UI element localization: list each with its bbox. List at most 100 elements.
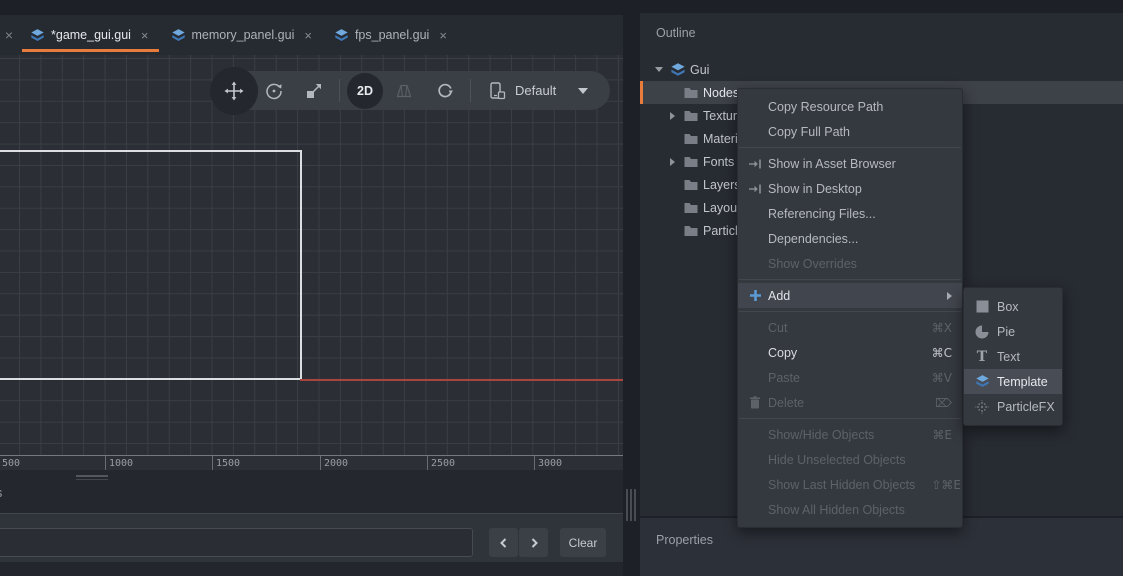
folder-icon <box>683 177 699 193</box>
refresh-icon <box>436 82 454 100</box>
submenu-item-box[interactable]: Box <box>964 294 1062 319</box>
move-tool-icon <box>224 81 244 101</box>
submenu-item-label: Template <box>997 375 1048 389</box>
tree-item-label: Nodes <box>703 86 739 100</box>
rotate-tool-button[interactable] <box>256 71 292 110</box>
next-match-button[interactable] <box>519 528 548 557</box>
2d-mode-button[interactable]: 2D <box>347 71 383 110</box>
layout-device-button[interactable] <box>479 71 515 110</box>
close-icon[interactable]: × <box>304 28 312 43</box>
tree-item-gui[interactable]: Gui <box>640 58 1123 81</box>
clear-button[interactable]: Clear <box>560 528 606 557</box>
console-search-input[interactable] <box>0 528 473 557</box>
menu-item-dependencies[interactable]: Dependencies... <box>738 226 962 251</box>
folder-icon <box>683 154 699 170</box>
tab-bar: × *game_gui.gui × memory_panel.gui × <box>0 15 623 55</box>
folder-icon <box>683 85 699 101</box>
layout-dropdown-value: Default <box>515 83 556 98</box>
menu-item-show-overrides: Show Overrides <box>738 251 962 276</box>
submenu-item-template[interactable]: Template <box>964 369 1062 394</box>
menu-separator <box>739 147 961 148</box>
menu-item-cut: Cut ⌘X <box>738 315 962 340</box>
scale-tool-button[interactable] <box>296 71 332 110</box>
menu-item-show-hide-objects: Show/Hide Objects ⌘E <box>738 422 962 447</box>
gui-scene-icon <box>670 62 686 78</box>
chevron-down-icon[interactable] <box>655 67 663 72</box>
chevron-right-icon <box>528 537 540 549</box>
gui-scene-icon <box>334 28 349 43</box>
tab-label: fps_panel.gui <box>355 28 429 42</box>
frustum-icon <box>395 82 413 100</box>
submenu-item-label: ParticleFX <box>997 400 1055 414</box>
panel-drag-handle[interactable] <box>76 475 108 482</box>
menu-separator <box>739 418 961 419</box>
submenu-item-particlefx[interactable]: ParticleFX <box>964 394 1062 419</box>
menu-item-hide-unselected-objects: Hide Unselected Objects <box>738 447 962 472</box>
menu-item-show-in-desktop[interactable]: Show in Desktop <box>738 176 962 201</box>
menu-item-show-all-hidden-objects: Show All Hidden Objects <box>738 497 962 522</box>
ruler-tick: 500 <box>0 456 20 471</box>
ruler-tick: 1500 <box>212 456 240 471</box>
viewport-toolbar: 2D <box>210 71 610 110</box>
menu-item-copy[interactable]: Copy ⌘C <box>738 340 962 365</box>
move-tool-button[interactable] <box>216 71 252 110</box>
tree-item-label: Gui <box>690 63 709 77</box>
submenu-arrow-icon <box>947 292 952 300</box>
truncated-panel-label: s <box>0 486 6 500</box>
close-icon[interactable]: × <box>439 28 447 43</box>
menu-separator <box>739 311 961 312</box>
submenu-item-text[interactable]: T Text <box>964 344 1062 369</box>
chevron-right-icon[interactable] <box>670 158 675 166</box>
device-icon <box>487 81 507 101</box>
submenu-item-label: Box <box>997 300 1019 314</box>
folder-icon <box>683 223 699 239</box>
menu-item-show-last-hidden-objects: Show Last Hidden Objects ⇧⌘E <box>738 472 962 497</box>
chevron-right-icon[interactable] <box>670 112 675 120</box>
submenu-item-label: Pie <box>997 325 1015 339</box>
panel-splitter-handle[interactable] <box>626 489 636 521</box>
tab-label: memory_panel.gui <box>192 28 295 42</box>
chevron-down-icon[interactable] <box>578 88 588 94</box>
menu-item-copy-resource-path[interactable]: Copy Resource Path <box>738 94 962 119</box>
prev-match-button[interactable] <box>489 528 518 557</box>
clear-button-label: Clear <box>569 536 598 550</box>
jump-to-icon <box>748 158 762 170</box>
close-icon[interactable]: × <box>141 28 149 43</box>
toolbar-divider <box>470 79 471 102</box>
tab-memory-panel[interactable]: memory_panel.gui × <box>163 15 322 55</box>
menu-item-delete: Delete ⌦ <box>738 390 962 415</box>
gui-bounds-rect <box>0 150 302 380</box>
menu-item-show-in-asset-browser[interactable]: Show in Asset Browser <box>738 151 962 176</box>
refresh-button[interactable] <box>427 71 463 110</box>
frustum-culling-button[interactable] <box>386 71 422 110</box>
folder-icon <box>683 200 699 216</box>
scale-tool-icon <box>305 82 323 100</box>
plus-icon <box>749 289 762 302</box>
tab-label: *game_gui.gui <box>51 28 131 42</box>
gui-scene-icon <box>30 28 45 43</box>
ruler-tick: 3000 <box>534 456 562 471</box>
folder-icon <box>683 131 699 147</box>
box-icon <box>976 300 989 313</box>
menu-item-referencing-files[interactable]: Referencing Files... <box>738 201 962 226</box>
close-icon[interactable]: × <box>2 15 16 55</box>
scene-viewport[interactable]: 2D <box>0 55 623 455</box>
console-toolbar: Clear <box>0 513 623 562</box>
particlefx-icon <box>975 400 989 414</box>
layout-dropdown[interactable]: Default <box>515 71 556 110</box>
ruler-tick: 2000 <box>320 456 348 471</box>
menu-item-add[interactable]: Add <box>738 283 962 308</box>
add-submenu: Box Pie T Text Template <box>963 287 1063 426</box>
x-axis-line <box>300 379 623 381</box>
submenu-item-pie[interactable]: Pie <box>964 319 1062 344</box>
tab-fps-panel[interactable]: fps_panel.gui × <box>326 15 457 55</box>
text-icon: T <box>977 349 987 365</box>
bottom-panel-header: s <box>0 470 623 513</box>
menu-item-copy-full-path[interactable]: Copy Full Path <box>738 119 962 144</box>
active-tab-underline <box>22 49 159 52</box>
trash-icon <box>749 396 761 409</box>
bottom-strip <box>0 562 623 576</box>
outline-panel-title: Outline <box>640 13 1123 40</box>
tab-game-gui[interactable]: *game_gui.gui × <box>22 15 159 55</box>
menu-item-paste: Paste ⌘V <box>738 365 962 390</box>
